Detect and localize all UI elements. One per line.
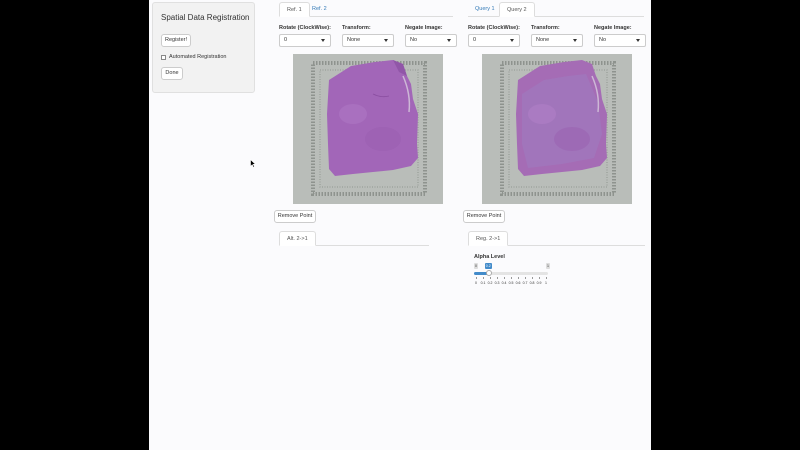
ref-rotate-value: 0	[284, 37, 288, 43]
slider-tick-mark	[525, 277, 526, 279]
slider-tick-label: 0.2	[487, 281, 493, 285]
ref-transform-label: Transform:	[342, 25, 371, 31]
query-transform-select[interactable]: None	[531, 34, 583, 47]
slider-handle[interactable]	[485, 270, 492, 276]
slider-tick-mark	[476, 277, 477, 279]
chevron-down-icon	[636, 39, 640, 42]
query-rotate-value: 0	[473, 37, 477, 43]
query-negate-select[interactable]: No	[594, 34, 646, 47]
automated-registration-checkbox[interactable]	[161, 54, 166, 60]
slider-tick-mark	[504, 277, 505, 279]
slider-tick-mark	[532, 277, 533, 279]
query-remove-point-button[interactable]: Remove Point	[463, 210, 505, 223]
query-rotate-label: Rotate (ClockWise):	[468, 25, 520, 31]
register-button[interactable]: Register!	[161, 34, 191, 47]
query-negate-label: Negate Image:	[594, 25, 632, 31]
alpha-slider[interactable]: Alpha Level 0 0.2 1 0 0.1 0.2 0.3 0.4 0.5 0.6 0…	[473, 253, 551, 288]
query-negate-value: No	[599, 37, 607, 43]
query-result-tabs: Reg. 2->1	[468, 231, 645, 246]
slider-tick-mark	[497, 277, 498, 279]
slider-tick-mark	[546, 277, 547, 279]
chevron-down-icon	[447, 39, 451, 42]
slider-tick-label: 0.9	[536, 281, 542, 285]
query-transform-value: None	[536, 37, 550, 43]
slider-ticks: 0 0.1 0.2 0.3 0.4 0.5 0.6 0.7 0.8 0.9 1	[473, 277, 553, 287]
reference-tissue-image[interactable]	[293, 54, 443, 204]
tab-query-1[interactable]: Query 1	[468, 2, 502, 17]
slider-tick-label: 0.1	[480, 281, 486, 285]
slider-min-label: 0	[474, 263, 478, 269]
slider-tick-mark	[539, 277, 540, 279]
chevron-down-icon	[321, 39, 325, 42]
query-tabs: Query 1 Query 2	[468, 2, 644, 17]
tab-query-2[interactable]: Query 2	[499, 2, 535, 17]
ref-negate-label: Negate Image:	[405, 25, 443, 31]
slider-max-label: 1	[546, 263, 550, 269]
chevron-down-icon	[510, 39, 514, 42]
app-window: Spatial Data Registration Register! Auto…	[149, 0, 651, 450]
query-tissue-image[interactable]	[482, 54, 632, 204]
mouse-cursor-icon	[250, 159, 256, 168]
slider-tick-label: 0	[475, 281, 477, 285]
reference-result-tabs: Alt. 2->1	[279, 231, 429, 246]
slider-tick-label: 1	[545, 281, 547, 285]
query-rotate-select[interactable]: 0	[468, 34, 520, 47]
slider-tick-label: 0.4	[501, 281, 507, 285]
tab-ref-2[interactable]: Ref. 2	[305, 2, 334, 17]
slider-tick-label: 0.6	[515, 281, 521, 285]
slider-tick-label: 0.3	[494, 281, 500, 285]
slider-tick-mark	[518, 277, 519, 279]
slider-tick-mark	[490, 277, 491, 279]
alpha-level-label: Alpha Level	[474, 254, 505, 260]
query-transform-label: Transform:	[531, 25, 560, 31]
slider-tick-mark	[511, 277, 512, 279]
tab-alt-2-1[interactable]: Alt. 2->1	[279, 231, 316, 246]
ref-rotate-select[interactable]: 0	[279, 34, 331, 47]
slider-tick-label: 0.8	[529, 281, 535, 285]
tab-reg-2-1[interactable]: Reg. 2->1	[468, 231, 509, 246]
slider-tick-label: 0.5	[508, 281, 514, 285]
ref-negate-value: No	[410, 37, 418, 43]
ref-negate-select[interactable]: No	[405, 34, 457, 47]
chevron-down-icon	[573, 39, 577, 42]
reference-tabs: Ref. 1 Ref. 2	[279, 2, 453, 17]
ref-transform-select[interactable]: None	[342, 34, 394, 47]
sidebar-title: Spatial Data Registration	[161, 13, 250, 22]
ref-remove-point-button[interactable]: Remove Point	[274, 210, 316, 223]
slider-value-label: 0.2	[484, 263, 492, 269]
automated-registration-label: Automated Registration	[169, 54, 227, 60]
ref-rotate-label: Rotate (ClockWise):	[279, 25, 331, 31]
chevron-down-icon	[384, 39, 388, 42]
slider-tick-label: 0.7	[522, 281, 528, 285]
automated-registration-option[interactable]: Automated Registration	[161, 54, 226, 60]
done-button[interactable]: Done	[161, 67, 183, 80]
slider-tick-mark	[483, 277, 484, 279]
ref-transform-value: None	[347, 37, 361, 43]
sidebar-panel: Spatial Data Registration Register! Auto…	[152, 2, 255, 93]
